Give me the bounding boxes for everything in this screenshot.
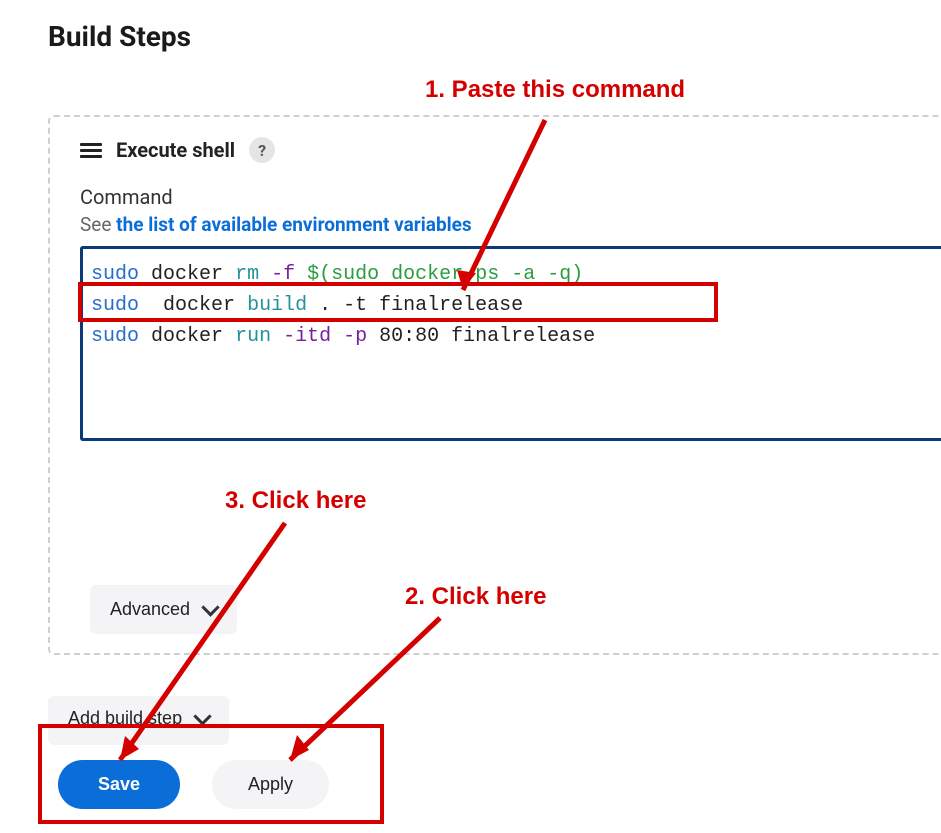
add-build-step-label: Add build step bbox=[68, 708, 182, 729]
apply-button[interactable]: Apply bbox=[212, 760, 329, 809]
step-header: Execute shell ? bbox=[80, 137, 941, 163]
chevron-down-icon bbox=[193, 707, 211, 725]
help-icon[interactable]: ? bbox=[249, 137, 275, 163]
build-step-panel: Execute shell ? Command See the list of … bbox=[48, 115, 941, 655]
code-line-1: sudo docker rm -f $(sudo docker ps -a -q… bbox=[91, 259, 941, 290]
code-line-2: sudo docker build . -t finalrelease bbox=[91, 290, 941, 321]
advanced-button[interactable]: Advanced bbox=[90, 585, 237, 634]
step-title: Execute shell bbox=[116, 138, 235, 162]
env-vars-link[interactable]: the list of available environment variab… bbox=[116, 213, 472, 236]
add-build-step-button[interactable]: Add build step bbox=[48, 696, 229, 745]
code-line-3: sudo docker run -itd -p 80:80 finalrelea… bbox=[91, 321, 941, 352]
see-prefix: See bbox=[80, 213, 116, 236]
command-help-text: See the list of available environment va… bbox=[80, 213, 941, 236]
drag-handle-icon[interactable] bbox=[80, 143, 102, 158]
save-button[interactable]: Save bbox=[58, 760, 180, 809]
annotation-text-1: 1. Paste this command bbox=[425, 76, 685, 104]
chevron-down-icon bbox=[201, 598, 219, 616]
command-textarea[interactable]: sudo docker rm -f $(sudo docker ps -a -q… bbox=[80, 246, 941, 441]
advanced-label: Advanced bbox=[110, 599, 190, 620]
page-title: Build Steps bbox=[0, 0, 941, 53]
command-label: Command bbox=[80, 185, 941, 209]
